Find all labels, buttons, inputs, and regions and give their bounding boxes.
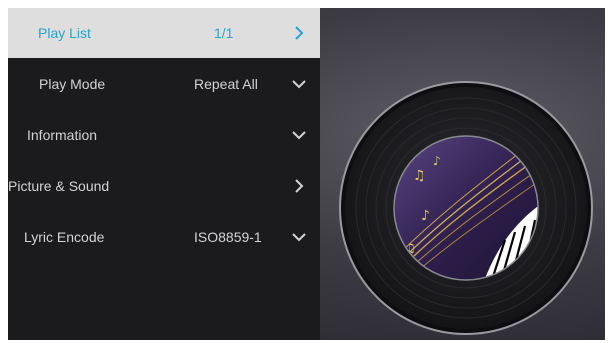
chevron-right-icon (291, 25, 307, 41)
svg-text:♪: ♪ (433, 154, 441, 168)
chevron-right-icon (291, 178, 307, 194)
album-art: ♫ ♪ ♪ ♫ (329, 80, 603, 338)
chevron-down-icon (291, 127, 307, 143)
menu-item-play-list[interactable]: Play List 1/1 (8, 8, 320, 58)
menu-item-label: Picture & Sound (8, 178, 110, 194)
menu-item-label: Lyric Encode (24, 229, 105, 245)
chevron-down-icon (291, 229, 307, 245)
svg-text:♪: ♪ (421, 208, 430, 224)
menu-item-information[interactable]: Information (8, 110, 320, 160)
svg-text:♫: ♫ (413, 168, 426, 184)
settings-menu: Play List 1/1 Play Mode Repeat All Infor… (8, 8, 320, 340)
vinyl-record-icon: ♫ ♪ ♪ ♫ (339, 81, 593, 335)
menu-item-picture-sound[interactable]: Picture & Sound (8, 161, 320, 211)
menu-item-play-mode[interactable]: Play Mode Repeat All (8, 59, 320, 109)
menu-item-value: Repeat All (194, 76, 258, 92)
media-player-screen: Play List 1/1 Play Mode Repeat All Infor… (8, 8, 605, 340)
menu-item-value: ISO8859-1 (194, 229, 262, 245)
menu-item-value: 1/1 (214, 25, 234, 41)
menu-item-lyric-encode[interactable]: Lyric Encode ISO8859-1 (8, 212, 320, 262)
menu-item-label: Play Mode (39, 76, 106, 92)
chevron-down-icon (291, 76, 307, 92)
menu-item-label: Information (27, 127, 98, 143)
menu-item-label: Play List (38, 25, 91, 41)
